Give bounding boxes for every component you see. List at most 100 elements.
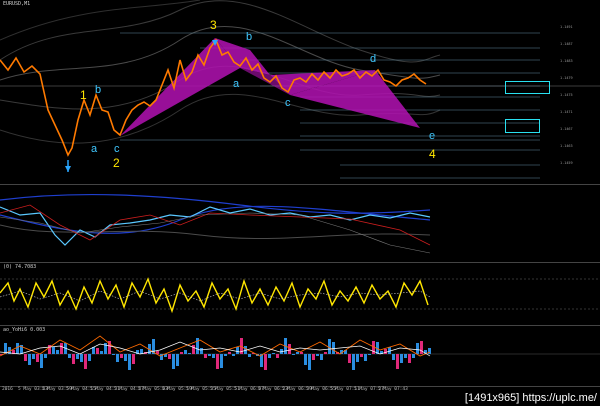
histogram-bar <box>312 354 315 360</box>
histogram-bar <box>332 342 335 354</box>
histogram-bar <box>352 354 355 370</box>
histogram-bar <box>28 354 31 365</box>
histogram-bar <box>276 354 279 358</box>
histogram-bar <box>248 354 251 357</box>
histogram-bar <box>236 347 239 354</box>
histogram-bar <box>296 352 299 354</box>
histogram-bar <box>36 354 39 362</box>
histogram-bar <box>176 354 179 366</box>
histogram-bar <box>304 354 307 365</box>
histogram-bar <box>400 354 403 363</box>
wave-label-a1: a <box>91 143 98 155</box>
histogram-bar <box>356 354 359 362</box>
wave-label-d: d <box>370 53 377 65</box>
histogram-bar <box>292 354 295 355</box>
histogram-bar <box>232 354 235 356</box>
wave-label-2: 2 <box>113 156 120 170</box>
svg-text:1.1491: 1.1491 <box>560 25 573 29</box>
wave-label-c1: c <box>114 143 120 155</box>
histogram-bar <box>76 354 79 359</box>
histogram-bar <box>80 354 83 362</box>
svg-text:1.1483: 1.1483 <box>560 59 573 63</box>
histogram-bar <box>348 354 351 363</box>
histogram-bar <box>72 354 75 364</box>
wave-label-c2: c <box>285 97 291 109</box>
time-tick: 5 May 07:43 <box>378 387 408 392</box>
histogram-bar <box>264 354 267 370</box>
histogram-bar <box>100 351 103 354</box>
histogram-bar <box>124 354 127 361</box>
histogram-bar <box>184 350 187 354</box>
histogram-bar <box>84 354 87 369</box>
histogram-bar <box>324 352 327 354</box>
histogram-bar <box>368 354 371 355</box>
histogram-bar <box>112 354 115 355</box>
histogram-bar <box>308 354 311 370</box>
histogram-bar <box>320 354 323 360</box>
histogram-bar <box>128 354 131 370</box>
histogram-bar <box>16 343 19 354</box>
histogram-bar <box>316 354 319 356</box>
svg-text:1.1463: 1.1463 <box>560 144 573 148</box>
svg-text:1.1467: 1.1467 <box>560 127 573 131</box>
wave-label-e: e <box>429 130 436 142</box>
histogram-bar <box>204 354 207 358</box>
histogram-bar <box>220 354 223 368</box>
wave-label-1: 1 <box>80 88 87 102</box>
svg-text:1.1459: 1.1459 <box>560 161 573 165</box>
histogram-bar <box>300 352 303 354</box>
histogram-bar <box>416 343 419 354</box>
histogram-bar <box>200 348 203 354</box>
svg-text:1.1471: 1.1471 <box>560 110 573 114</box>
histogram-bar <box>360 354 363 357</box>
wave-label-b1: b <box>95 84 102 96</box>
histogram-bar <box>412 354 415 358</box>
oscillator-panel-1[interactable] <box>0 185 600 263</box>
histogram-bar <box>44 354 47 358</box>
oscillator-panel-2[interactable]: (0) 74.7083 <box>0 263 600 326</box>
histogram-bar <box>24 354 27 361</box>
svg-text:1.1475: 1.1475 <box>560 93 573 97</box>
histogram-bar <box>328 339 331 354</box>
histogram-bar <box>364 354 367 361</box>
histogram-bar <box>172 354 175 369</box>
histogram-bar <box>396 354 399 369</box>
histogram-bar <box>168 354 171 359</box>
histogram-bar <box>420 341 423 354</box>
histogram-bar <box>180 352 183 354</box>
time-tick: 2016 <box>2 387 13 392</box>
histogram-bar <box>228 352 231 354</box>
histogram-bar <box>60 343 63 354</box>
histogram-bar <box>208 354 211 356</box>
histogram-bar <box>56 350 59 354</box>
histogram-bar <box>288 344 291 354</box>
oscillator-1-svg <box>0 193 431 254</box>
svg-text:1.1479: 1.1479 <box>560 76 573 80</box>
histogram-bar <box>392 354 395 360</box>
histogram-bar <box>88 354 91 361</box>
histogram-bar <box>404 354 407 358</box>
histogram-bar <box>116 354 119 362</box>
price-highlight-box-lower <box>505 119 540 133</box>
histogram-bar <box>384 349 387 354</box>
histogram-bar <box>32 354 35 359</box>
main-price-chart[interactable]: EURUSD,M1 1.1491 1.1487 1.1483 1.1479 1.… <box>0 0 600 185</box>
histogram-bar <box>212 354 215 358</box>
trading-chart-window: EURUSD,M1 1.1491 1.1487 1.1483 1.1479 1.… <box>0 0 600 406</box>
histogram-bar <box>96 348 99 354</box>
oscillator-3-svg <box>0 335 600 370</box>
histogram-bar <box>408 354 411 363</box>
price-highlight-box-upper <box>505 81 550 94</box>
histogram-bar <box>68 354 71 358</box>
wave-label-a2: a <box>233 78 240 90</box>
watermark-text: [1491x965] https://uplc.me/ <box>464 392 597 404</box>
histogram-bar <box>216 354 219 369</box>
histogram-bar <box>224 354 227 356</box>
histogram-bar <box>40 354 43 368</box>
histogram-bar <box>52 347 55 354</box>
wave-label-b2: b <box>246 31 253 43</box>
histogram-bar <box>132 354 135 364</box>
wave-label-3: 3 <box>210 18 217 32</box>
oscillator-panel-3[interactable]: ao_YoHi6 0.003 <box>0 326 600 387</box>
wave-label-4: 4 <box>429 147 436 161</box>
